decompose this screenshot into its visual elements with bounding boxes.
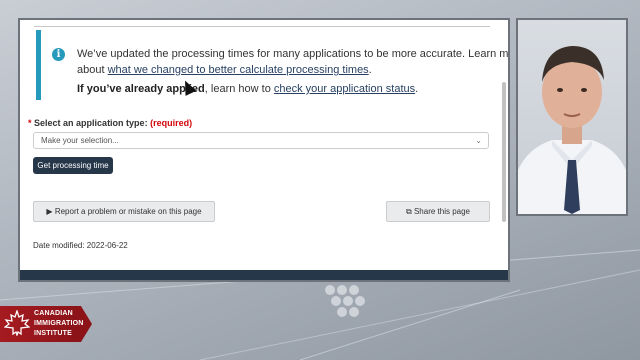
maple-leaf-icon xyxy=(4,310,30,336)
scrollbar[interactable] xyxy=(502,82,506,222)
page-top-edge xyxy=(34,20,490,27)
page-footer xyxy=(20,270,508,280)
info-icon: i xyxy=(52,48,65,61)
notice-text: , learn how to xyxy=(204,83,274,95)
select-value: Make your selection... xyxy=(41,136,119,145)
report-label: Report a problem or mistake on this page xyxy=(54,207,202,216)
application-type-select[interactable]: Make your selection... ⌄ xyxy=(33,132,489,149)
get-processing-time-button[interactable]: Get processing time xyxy=(33,157,113,174)
brand-logo: CANADIAN IMMIGRATION INSTITUTE xyxy=(0,306,92,342)
brand-name: CANADIAN IMMIGRATION INSTITUTE xyxy=(34,309,84,339)
date-modified: Date modified: 2022-06-22 xyxy=(33,241,128,250)
chevron-down-icon: ⌄ xyxy=(475,136,482,145)
notice-line-2: about what we changed to better calculat… xyxy=(77,64,372,76)
notice-text: . xyxy=(368,64,372,76)
share-icon: ⧉ xyxy=(406,207,412,216)
required-star: * xyxy=(28,118,32,128)
brand-line: CANADIAN xyxy=(34,310,73,317)
brand-line: INSTITUTE xyxy=(34,330,72,337)
presenter-figure xyxy=(518,46,626,214)
check-status-link[interactable]: check your application status xyxy=(274,83,415,95)
notice-text: . xyxy=(415,83,419,95)
notice-line-1: We’ve updated the processing times for m… xyxy=(77,48,510,60)
application-type-label: * Select an application type: (required) xyxy=(28,118,192,128)
info-notice: i We’ve updated the processing times for… xyxy=(36,30,508,100)
required-text: (required) xyxy=(150,118,193,128)
brand-line: IMMIGRATION xyxy=(34,320,84,327)
notice-text: about xyxy=(77,64,108,76)
notice-line-3: If you’ve already applied, learn how to … xyxy=(77,83,418,95)
what-we-changed-link[interactable]: what we changed to better calculate proc… xyxy=(108,64,369,76)
label-text: Select an application type: xyxy=(34,118,148,128)
caret-right-icon: ▶ xyxy=(46,207,53,216)
share-label: Share this page xyxy=(413,207,470,216)
browser-window: i We’ve updated the processing times for… xyxy=(18,18,510,282)
presenter-webcam xyxy=(516,18,628,216)
share-page-button[interactable]: ⧉ Share this page xyxy=(386,201,490,222)
report-problem-button[interactable]: ▶ Report a problem or mistake on this pa… xyxy=(33,201,215,222)
